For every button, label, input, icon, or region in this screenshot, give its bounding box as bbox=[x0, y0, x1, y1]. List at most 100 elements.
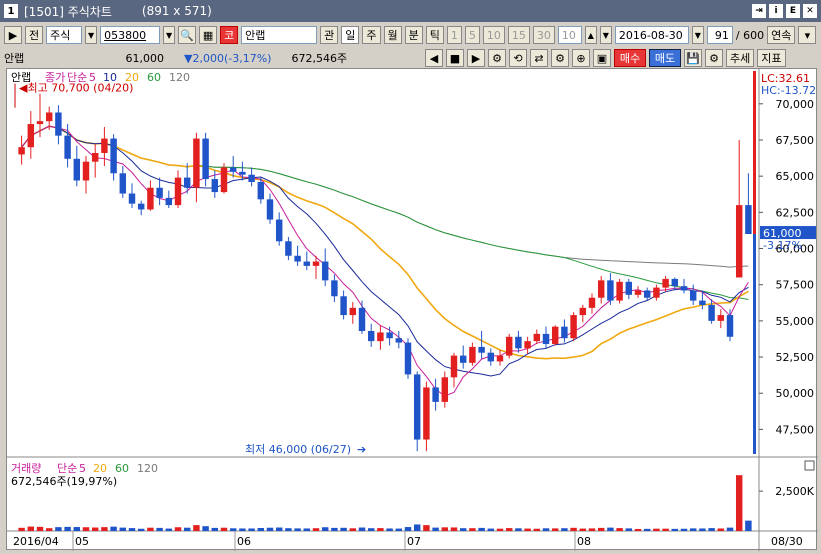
interval-1[interactable]: 1 bbox=[446, 26, 462, 44]
period-tab-month[interactable]: 월 bbox=[383, 26, 402, 44]
volume-bar bbox=[699, 528, 706, 531]
indicator-button[interactable]: 지표 bbox=[757, 49, 786, 67]
save-icon[interactable]: 💾 bbox=[684, 49, 702, 67]
info-change: ▼2,000(-3,17%) bbox=[184, 51, 272, 65]
market-label-button[interactable]: 전 bbox=[25, 26, 44, 44]
volume-bar bbox=[432, 527, 439, 531]
volume-bar bbox=[680, 528, 688, 531]
compare-icon[interactable]: ⇄ bbox=[530, 49, 548, 67]
y-tick-label: 62,500 bbox=[776, 206, 815, 219]
period-tab-interest[interactable]: 관 bbox=[320, 26, 339, 44]
volume-bar bbox=[82, 527, 90, 531]
volume-bar bbox=[469, 528, 476, 531]
period-tab-day[interactable]: 일 bbox=[341, 26, 360, 44]
candle-body bbox=[174, 177, 182, 206]
image-icon[interactable]: ▣ bbox=[593, 49, 611, 67]
x-tick-label: 2016/04 bbox=[13, 535, 59, 548]
collapse-icon[interactable]: ▾ bbox=[798, 26, 817, 44]
candle-body bbox=[275, 219, 283, 242]
volume-bar bbox=[395, 528, 403, 531]
search-icon[interactable]: 🔍 bbox=[178, 26, 197, 44]
spinner-down-icon[interactable]: ▼ bbox=[599, 26, 612, 44]
buy-button[interactable]: 매수 bbox=[614, 49, 646, 67]
info-icon[interactable]: i bbox=[769, 4, 783, 18]
candle-body bbox=[248, 174, 255, 182]
volume-bar bbox=[607, 527, 614, 531]
volume-bar bbox=[45, 528, 53, 531]
volume-bar bbox=[441, 527, 449, 531]
date-dropdown-icon[interactable]: ▼ bbox=[691, 26, 704, 44]
interval-5[interactable]: 5 bbox=[464, 26, 480, 44]
trend-button[interactable]: 추세 bbox=[726, 49, 755, 67]
count-input[interactable]: 91 bbox=[706, 26, 733, 44]
candle-body bbox=[588, 297, 596, 308]
edit-icon[interactable]: E bbox=[786, 4, 800, 18]
candle-body bbox=[285, 241, 292, 256]
interval-15[interactable]: 15 bbox=[507, 26, 530, 44]
candle-body bbox=[551, 326, 559, 345]
candle-body bbox=[36, 121, 44, 125]
volume-bar bbox=[634, 528, 642, 531]
volume-bar bbox=[450, 527, 458, 531]
volume-legend-name: 거래량 bbox=[11, 462, 41, 475]
low-marker: 최저 46,000 (06/27) bbox=[245, 443, 351, 456]
date-input[interactable]: 2016-08-30 bbox=[614, 26, 689, 44]
market-select[interactable]: 주식 bbox=[46, 26, 83, 44]
config-icon[interactable]: ⚙ bbox=[705, 49, 723, 67]
market-dropdown-icon[interactable]: ▼ bbox=[85, 26, 98, 44]
interval-30[interactable]: 30 bbox=[532, 26, 555, 44]
volume-bar bbox=[505, 528, 513, 531]
interval-input[interactable]: 10 bbox=[557, 26, 582, 44]
volume-bar bbox=[671, 528, 679, 531]
settings-icon[interactable]: ⚙ bbox=[488, 49, 506, 67]
stock-code-input[interactable]: 053800 bbox=[100, 26, 161, 44]
grid-settings-icon[interactable]: ⚙ bbox=[551, 49, 569, 67]
interval-10[interactable]: 10 bbox=[482, 26, 505, 44]
next-icon[interactable]: ▶ bbox=[467, 49, 485, 67]
play-icon[interactable]: ▶ bbox=[4, 26, 22, 44]
period-tab-week[interactable]: 주 bbox=[362, 26, 381, 44]
volume-bar bbox=[735, 475, 743, 531]
y-tick-label: 52,500 bbox=[776, 351, 815, 364]
candle-body bbox=[423, 387, 430, 440]
info-volume: 672,546주 bbox=[291, 52, 348, 65]
ma5-line bbox=[21, 125, 749, 397]
candle-body bbox=[358, 307, 366, 331]
volume-bar bbox=[561, 528, 568, 531]
prev-icon[interactable]: ◀ bbox=[425, 49, 443, 67]
stop-icon[interactable]: ■ bbox=[446, 49, 464, 67]
candle-body bbox=[404, 342, 412, 375]
candle-body bbox=[257, 181, 265, 200]
info-price: 61,000 bbox=[125, 51, 165, 65]
volume-bar bbox=[653, 528, 660, 531]
period-tab-minute[interactable]: 분 bbox=[404, 26, 423, 44]
volume-bar bbox=[367, 528, 375, 531]
candle-body bbox=[183, 177, 191, 188]
candle-body bbox=[515, 336, 522, 349]
sell-button[interactable]: 매도 bbox=[649, 49, 681, 67]
zoom-icon[interactable]: ⊕ bbox=[572, 49, 590, 67]
pin-icon[interactable]: ⇥ bbox=[752, 4, 766, 18]
price-legend-item: 120 bbox=[169, 71, 190, 84]
code-dropdown-icon[interactable]: ▼ bbox=[163, 26, 176, 44]
volume-bar bbox=[588, 528, 596, 531]
close-icon[interactable]: ✕ bbox=[803, 4, 817, 18]
volume-bar bbox=[257, 528, 265, 531]
candle-body bbox=[229, 167, 237, 172]
spinner-up-icon[interactable]: ▲ bbox=[584, 26, 597, 44]
grid-icon[interactable]: ▦ bbox=[199, 26, 218, 44]
volume-bar bbox=[515, 528, 522, 531]
replay-icon[interactable]: ⟲ bbox=[509, 49, 527, 67]
volume-bar bbox=[496, 528, 504, 531]
continuous-button[interactable]: 연속 bbox=[767, 26, 796, 44]
candle-body bbox=[64, 135, 71, 159]
candle-body bbox=[533, 333, 541, 342]
stock-chart[interactable]: 47,50050,00052,50055,00057,50060,00062,5… bbox=[7, 69, 818, 551]
volume-bar bbox=[193, 525, 200, 531]
x-tick-label: 07 bbox=[407, 535, 421, 548]
period-tab-tick[interactable]: 틱 bbox=[425, 26, 444, 44]
volume-bar bbox=[303, 528, 311, 531]
volume-bar bbox=[18, 527, 25, 531]
info-stock-name: 안랩 bbox=[4, 52, 25, 65]
volume-close-icon[interactable] bbox=[804, 460, 815, 471]
